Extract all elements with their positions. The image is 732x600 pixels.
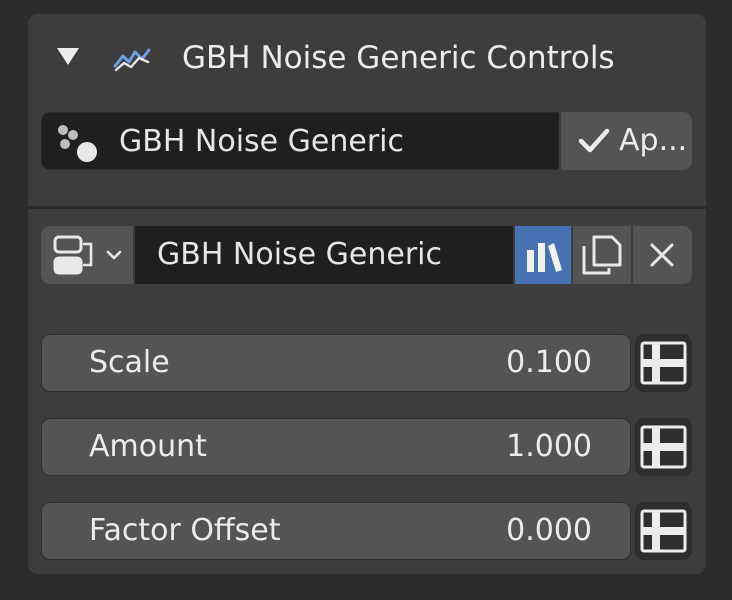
property-row-amount: Amount 1.000 bbox=[41, 418, 692, 476]
amount-value: 1.000 bbox=[506, 429, 592, 464]
node-tree-browse-icon bbox=[53, 235, 93, 275]
triangle-down-icon[interactable] bbox=[57, 48, 79, 65]
property-row-scale: Scale 0.100 bbox=[41, 334, 692, 392]
panel-header[interactable]: GBH Noise Generic Controls bbox=[28, 14, 706, 100]
geometry-nodes-icon bbox=[113, 48, 151, 72]
factor-offset-value: 0.000 bbox=[506, 513, 592, 548]
modifier-apply-row: GBH Noise Generic Ap... bbox=[41, 112, 692, 170]
factor-offset-attribute-toggle[interactable] bbox=[635, 502, 692, 560]
scale-attribute-toggle[interactable] bbox=[635, 334, 692, 392]
amount-field[interactable]: Amount 1.000 bbox=[41, 418, 631, 476]
close-icon bbox=[650, 243, 674, 267]
node-group-name-field[interactable]: GBH Noise Generic bbox=[135, 226, 513, 284]
factor-offset-label: Factor Offset bbox=[89, 513, 281, 548]
amount-attribute-toggle[interactable] bbox=[635, 418, 692, 476]
amount-label: Amount bbox=[89, 429, 207, 464]
attribute-table-icon bbox=[640, 509, 687, 553]
duplicate-icon bbox=[582, 235, 622, 275]
scale-label: Scale bbox=[89, 345, 170, 380]
scale-field[interactable]: Scale 0.100 bbox=[41, 334, 631, 392]
property-row-factor-offset: Factor Offset 0.000 bbox=[41, 502, 692, 560]
modifier-panel: GBH Noise Generic Controls GBH Noise Gen… bbox=[28, 14, 706, 574]
node-group-row: GBH Noise Generic bbox=[41, 226, 692, 284]
node-group-name: GBH Noise Generic bbox=[157, 237, 443, 272]
attribute-table-icon bbox=[640, 425, 687, 469]
chevron-down-icon bbox=[106, 250, 122, 260]
fake-user-icon bbox=[527, 243, 562, 272]
apply-label: Ap... bbox=[619, 123, 688, 158]
apply-button[interactable]: Ap... bbox=[561, 112, 692, 170]
modifier-name: GBH Noise Generic bbox=[119, 124, 405, 159]
scale-value: 0.100 bbox=[506, 345, 592, 380]
checkmark-icon bbox=[578, 128, 610, 153]
browse-node-group-button[interactable] bbox=[41, 226, 133, 284]
unlink-node-group-button[interactable] bbox=[633, 226, 692, 284]
section-divider bbox=[28, 206, 706, 209]
duplicate-node-group-button[interactable] bbox=[573, 226, 631, 284]
modifier-dots-icon bbox=[58, 125, 97, 162]
panel-title: GBH Noise Generic Controls bbox=[182, 40, 615, 76]
modifier-name-field[interactable]: GBH Noise Generic bbox=[41, 112, 559, 170]
factor-offset-field[interactable]: Factor Offset 0.000 bbox=[41, 502, 631, 560]
fake-user-button[interactable] bbox=[515, 226, 571, 284]
attribute-table-icon bbox=[640, 341, 687, 385]
